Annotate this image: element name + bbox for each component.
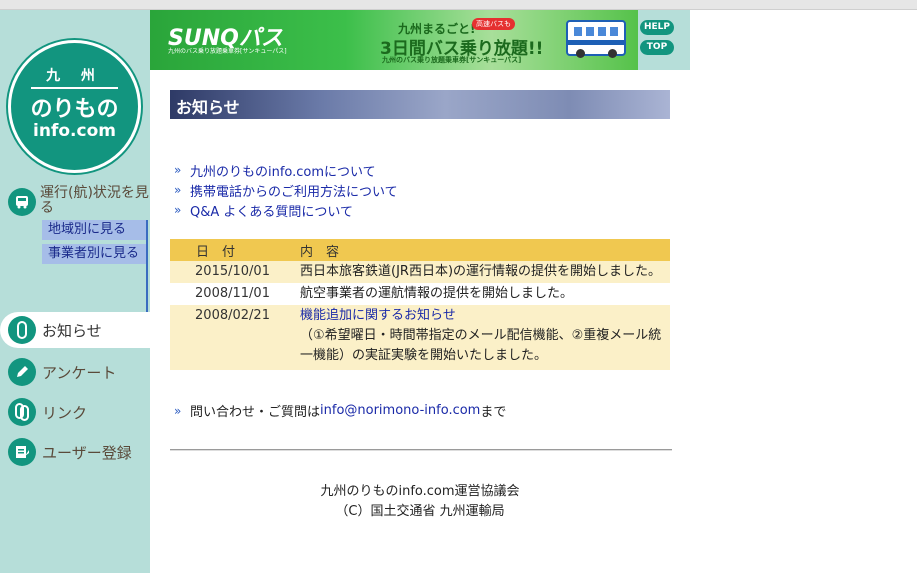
double-chevron-icon: »: [174, 183, 182, 197]
nav-operation-label: 運行(航)状況を見る: [40, 185, 149, 216]
help-button[interactable]: HELP: [640, 20, 674, 35]
menu-item-register[interactable]: ユーザー登録: [8, 434, 150, 470]
logo-line-2: のりもの: [30, 97, 119, 122]
menu-item-label: リンク: [42, 404, 88, 422]
nav-operation-status[interactable]: 運行(航)状況を見る: [8, 185, 149, 220]
bus-illustration: [566, 20, 626, 58]
link-icon: [8, 398, 36, 426]
contact-line: » 問い合わせ・ご質問は info@norimono-info.com まで: [174, 401, 506, 420]
link-about-site[interactable]: » 九州のりものinfo.comについて: [174, 160, 398, 180]
banner-area: SUNQパス 九州のバス乗り放題乗車券[サンキューパス] 九州まるごと! 高速バ…: [150, 10, 690, 70]
page-title-bar: お知らせ: [170, 90, 670, 119]
menu-item-notices[interactable]: お知らせ: [0, 312, 150, 348]
news-link-feature-addition[interactable]: 機能追加に関するお知らせ: [300, 306, 666, 326]
news-content-cell: 機能追加に関するお知らせ （①希望曜日・時間帯指定のメール配信機能、②重複メール…: [295, 305, 670, 370]
sunq-pass-banner[interactable]: SUNQパス 九州のバス乗り放題乗車券[サンキューパス] 九州まるごと! 高速バ…: [150, 10, 638, 70]
menu-item-survey[interactable]: アンケート: [8, 354, 150, 390]
header-date: 日 付: [170, 239, 295, 261]
info-links: » 九州のりものinfo.comについて » 携帯電話からのご利用方法について …: [174, 160, 398, 220]
sidebar: 九 州 のりもの info.com 運行(航)状況を見る 地域別に見る 事業者別…: [0, 10, 150, 573]
top-button[interactable]: TOP: [640, 40, 674, 55]
double-chevron-icon: »: [174, 203, 182, 217]
news-content: 航空事業者の運航情報の提供を開始しました。: [295, 283, 670, 305]
double-chevron-icon: »: [174, 403, 182, 418]
operation-subnav: 地域別に見る 事業者別に見る: [42, 220, 148, 313]
double-chevron-icon: »: [174, 163, 182, 177]
contact-prefix: 問い合わせ・ご質問は: [190, 405, 321, 420]
link-label: Q&A よくある質問について: [190, 204, 354, 220]
link-label: 携帯電話からのご利用方法について: [190, 184, 398, 200]
contact-suffix: まで: [480, 405, 507, 420]
subnav-by-region[interactable]: 地域別に見る: [42, 220, 146, 240]
news-row: 2008/11/01 航空事業者の運航情報の提供を開始しました。: [170, 283, 670, 305]
pencil-icon: [8, 358, 36, 386]
menu-item-label: ユーザー登録: [42, 444, 132, 462]
menu-item-label: お知らせ: [42, 322, 102, 340]
contact-email-link[interactable]: info@norimono-info.com: [320, 403, 480, 418]
register-icon: [8, 438, 36, 466]
news-table: 日 付 内 容 2015/10/01 西日本旅客鉄道(JR西日本)の運行情報の提…: [170, 239, 670, 370]
browser-top-strip: [0, 0, 917, 10]
banner-pill: 高速バスも: [472, 18, 515, 30]
news-date: 2015/10/01: [170, 261, 295, 283]
site-logo[interactable]: 九 州 のりもの info.com: [8, 40, 141, 173]
header-content: 内 容: [295, 239, 670, 261]
main-content: お知らせ » 九州のりものinfo.comについて » 携帯電話からのご利用方法…: [150, 70, 690, 573]
logo-line-3: info.com: [33, 121, 116, 141]
bus-icon: [8, 188, 36, 216]
link-mobile-usage[interactable]: » 携帯電話からのご利用方法について: [174, 180, 398, 200]
logo-line-1: 九 州: [46, 68, 103, 84]
banner-catch-3: 九州のバス乗り放題乗車券[サンキューパス]: [382, 56, 522, 64]
link-label: 九州のりものinfo.comについて: [190, 164, 376, 180]
news-date: 2008/02/21: [170, 305, 295, 370]
banner-brand-sub: 九州のバス乗り放題乗車券[サンキューパス]: [168, 48, 287, 55]
news-date: 2008/11/01: [170, 283, 295, 305]
logo-divider: [31, 87, 118, 89]
news-content: 西日本旅客鉄道(JR西日本)の運行情報の提供を開始しました。: [295, 261, 670, 283]
news-content: （①希望曜日・時間帯指定のメール配信機能、②重複メール統一機能）の実証実験を開始…: [300, 328, 662, 363]
footer-divider: [170, 449, 672, 451]
footer-organization: 九州のりものinfo.com運営協議会: [320, 484, 520, 499]
subnav-by-operator[interactable]: 事業者別に見る: [42, 244, 146, 264]
news-header-row: 日 付 内 容: [170, 239, 670, 261]
link-faq[interactable]: » Q&A よくある質問について: [174, 200, 398, 220]
info-icon: [8, 316, 36, 344]
footer-copyright: （C）国土交通省 九州運輸局: [335, 504, 505, 519]
news-row: 2015/10/01 西日本旅客鉄道(JR西日本)の運行情報の提供を開始しました…: [170, 261, 670, 283]
menu-item-label: アンケート: [42, 364, 117, 382]
page-title: お知らせ: [176, 98, 240, 117]
news-row: 2008/02/21 機能追加に関するお知らせ （①希望曜日・時間帯指定のメール…: [170, 305, 670, 370]
menu-item-links[interactable]: リンク: [8, 394, 150, 430]
